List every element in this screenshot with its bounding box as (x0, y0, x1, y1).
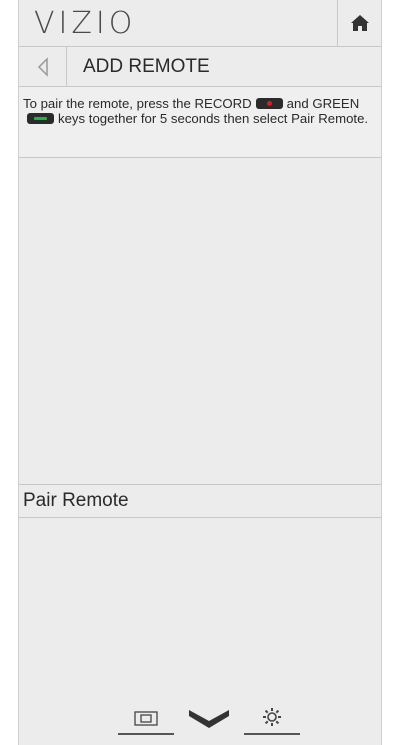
pairing-instructions: To pair the remote, press the RECORD and … (19, 87, 381, 158)
input-button[interactable] (118, 693, 174, 735)
pair-remote-item[interactable]: Pair Remote (19, 484, 381, 518)
vizio-logo: VIZIO (34, 6, 137, 41)
instructions-text-2: and GREEN (286, 96, 360, 111)
green-key-icon (27, 113, 54, 124)
input-icon (134, 711, 158, 726)
page-title: ADD REMOTE (83, 56, 210, 77)
home-icon (350, 15, 369, 31)
back-button[interactable] (19, 47, 67, 86)
instructions-text-1: To pair the remote, press the RECORD (23, 96, 252, 111)
top-bar: VIZIO (19, 0, 381, 47)
vizio-menu-button[interactable] (181, 695, 237, 735)
instructions-text-3: keys together for 5 seconds then select … (58, 111, 369, 126)
back-triangle-icon (37, 56, 48, 77)
settings-button[interactable] (244, 693, 300, 735)
record-key-icon (255, 98, 283, 109)
remote-panel: VIZIO ADD REMOTE To pair the remote, pre… (18, 0, 382, 745)
settings-gear-icon (263, 708, 281, 726)
pair-remote-label: Pair Remote (23, 490, 129, 511)
sub-header: ADD REMOTE (19, 47, 381, 87)
bottom-nav (19, 695, 381, 735)
vizio-v-icon (189, 710, 229, 728)
home-button[interactable] (337, 0, 381, 46)
